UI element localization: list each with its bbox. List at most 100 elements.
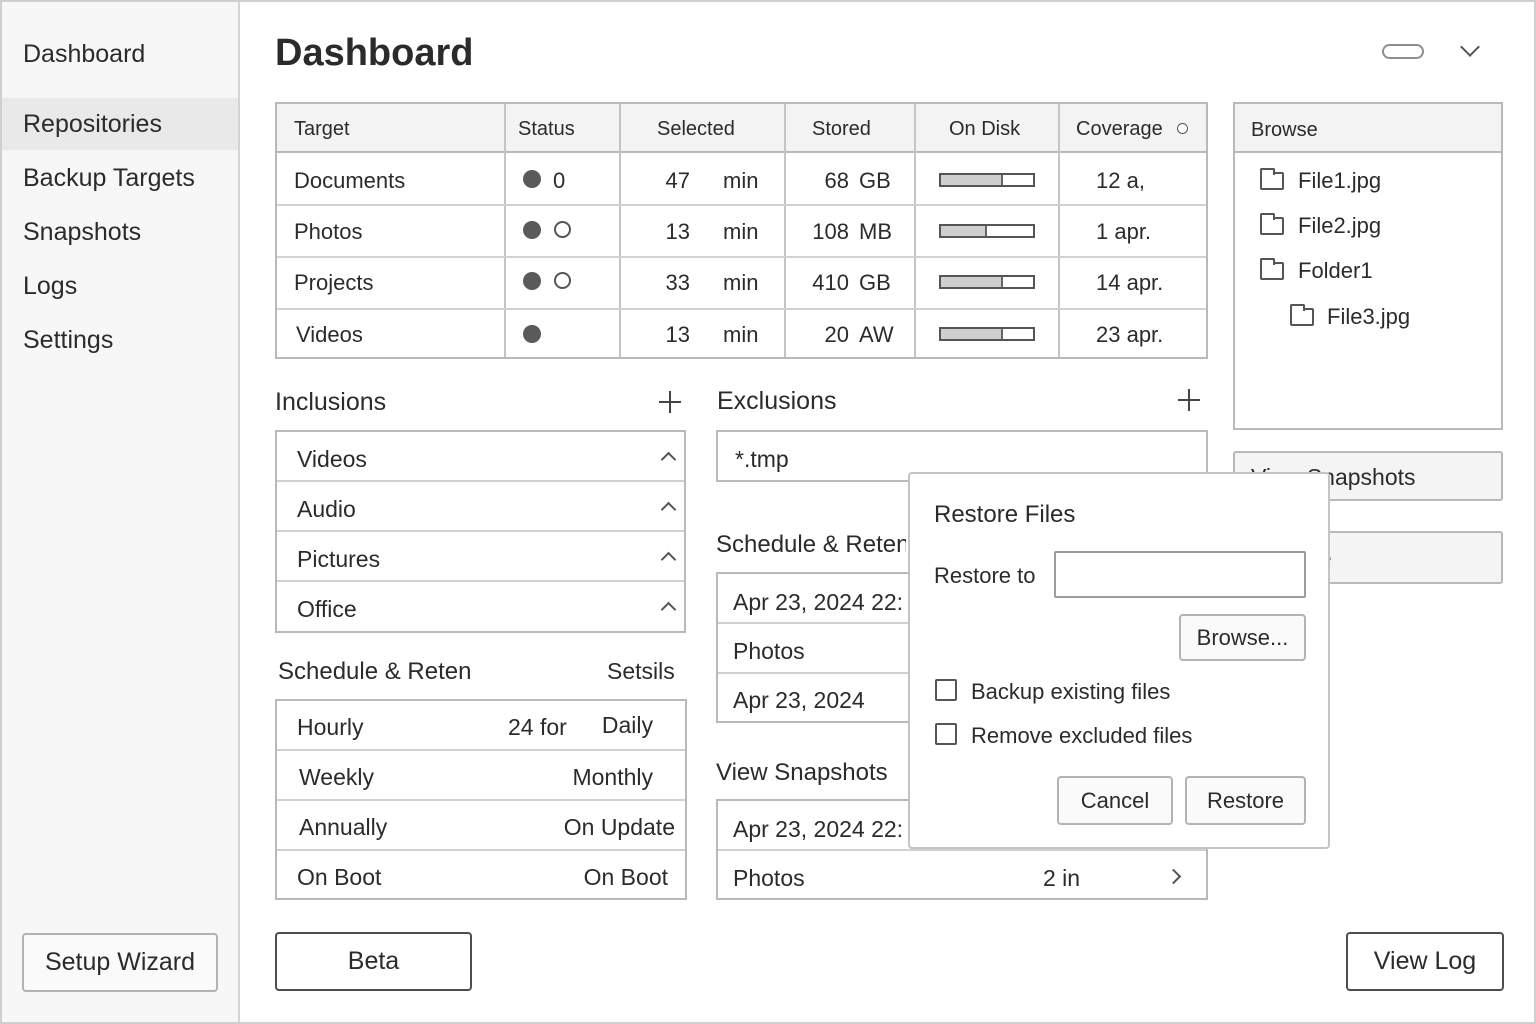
list-item-label: Hourly [297,714,364,740]
status-dot-icon [523,325,541,343]
toggle-pill-icon[interactable] [1382,44,1424,59]
list-item[interactable]: Hourly 24 for Daily [277,701,685,751]
selected-num: 13 [665,219,690,244]
status-text: 0 [553,168,566,193]
table-header [277,104,1206,153]
restore-files-dialog: Restore Files Restore to Browse... Backu… [908,472,1330,849]
col-on-disk[interactable]: On Disk [949,118,1020,141]
stored-unit: GB [859,168,891,193]
list-item-count: 2 in [1043,865,1081,891]
row-target: Videos [296,322,363,347]
dialog-title: Restore Files [934,501,1076,528]
col-stored[interactable]: Stored [812,118,871,141]
list-item-value: Daily [601,712,653,738]
stored-unit: MB [859,219,892,244]
sidebar-item-snapshots[interactable]: Snapshots [2,206,238,258]
folder-icon [1290,304,1314,326]
browse-panel: Browse File1.jpg File2.jpg Folder1 File3… [1233,102,1503,430]
list-item[interactable]: On Boot On Boot [277,851,685,899]
status-ring-icon [554,221,571,238]
list-item[interactable]: Videos [277,432,684,482]
list-item-label: Videos [297,446,367,472]
list-item-label: Office [297,596,357,622]
add-exclusion-plus-icon[interactable] [1178,389,1200,411]
row-target: Projects [294,270,374,295]
circle-icon [1177,123,1188,134]
list-item-mid: 24 for [508,714,567,740]
restore-to-input[interactable] [1054,551,1306,598]
chevron-right-icon[interactable] [1165,868,1182,885]
tree-item-label: File1.jpg [1298,168,1382,193]
sidebar-item-backup-targets[interactable]: Backup Targets [2,152,238,204]
list-item-label: Pictures [297,546,381,572]
list-item[interactable]: Annually On Update [277,801,685,851]
add-inclusion-plus-icon[interactable] [659,391,681,413]
list-item-value: Monthly [572,764,653,790]
list-item-label: Photos [733,638,805,664]
list-item[interactable]: Photos 2 in [718,851,1206,899]
list-item-label: Apr 23, 2024 22:00 [733,816,903,842]
col-selected[interactable]: Selected [657,118,735,141]
list-item-label: On Boot [297,864,382,890]
list-item-label: Weekly [299,764,374,790]
sidebar: Dashboard Repositories Backup Targets Sn… [2,2,240,1022]
coverage: 12 a, [1096,168,1145,193]
list-item[interactable]: Audio [277,482,684,532]
view-snapshots-title: View Snapshots [716,759,888,786]
stored-unit: GB [859,270,891,295]
targets-table: Target Status Selected Stored On Disk Co… [275,102,1208,359]
restore-to-label: Restore to [934,563,1036,588]
list-item-label: Apr 23, 2024 [733,687,865,713]
list-item-label: Annually [299,814,388,840]
list-item[interactable]: Weekly Monthly [277,751,685,801]
setup-wizard-button[interactable]: Setup Wizard [22,933,218,992]
tree-item-label: File3.jpg [1327,304,1411,329]
col-target[interactable]: Target [294,118,350,141]
restore-button[interactable]: Restore [1185,776,1306,825]
chevron-up-icon[interactable] [660,601,677,618]
page-title: Dashboard [275,32,474,74]
schedule-title: Schedule & Reten [278,658,472,685]
coverage: 14 apr. [1096,270,1164,295]
beta-button[interactable]: Beta [275,932,472,991]
chevron-up-icon[interactable] [660,451,677,468]
folder-icon [1260,168,1284,190]
sidebar-item-repositories[interactable]: Repositories [2,98,238,150]
list-item[interactable]: Office [277,582,684,632]
sidebar-item-settings[interactable]: Settings [2,314,238,366]
remove-excluded-label: Remove excluded files [971,723,1193,748]
browse-title: Browse [1251,119,1318,141]
selected-num: 33 [665,270,690,295]
stored-num: 108 [812,219,849,244]
schedule-list: Hourly 24 for Daily Weekly Monthly Annua… [275,699,687,900]
selected-unit: min [723,270,759,295]
view-log-button[interactable]: View Log [1346,932,1504,991]
on-disk-bar [939,327,1035,341]
chevron-up-icon[interactable] [660,551,677,568]
chevron-up-icon[interactable] [660,501,677,518]
browse-button[interactable]: Browse... [1179,614,1306,661]
list-item-label: Apr 23, 2024 22:00 [733,589,903,615]
on-disk-bar [939,224,1035,238]
backup-existing-checkbox[interactable] [935,679,957,701]
list-item-label: *.tmp [735,446,789,472]
status-dot-icon [523,272,541,290]
stored-unit: AW [859,322,894,347]
sidebar-item-logs[interactable]: Logs [2,260,238,312]
schedule-settings-link[interactable]: Setsils [607,658,675,685]
list-item[interactable]: Pictures [277,532,684,582]
cancel-button[interactable]: Cancel [1057,776,1173,825]
col-coverage[interactable]: Coverage [1076,118,1163,141]
tree-item-label: Folder1 [1298,258,1373,283]
status-dot-icon [523,170,541,188]
selected-num: 47 [665,168,690,193]
remove-excluded-checkbox[interactable] [935,723,957,745]
schedule-retention-title: Schedule & Retention [716,531,906,558]
status-ring-icon [554,272,571,289]
col-status[interactable]: Status [518,118,575,141]
stored-num: 410 [812,270,849,295]
backup-existing-label: Backup existing files [971,679,1171,704]
status-dot-icon [523,221,541,239]
on-disk-bar [939,173,1035,187]
coverage: 1 apr. [1096,219,1152,244]
